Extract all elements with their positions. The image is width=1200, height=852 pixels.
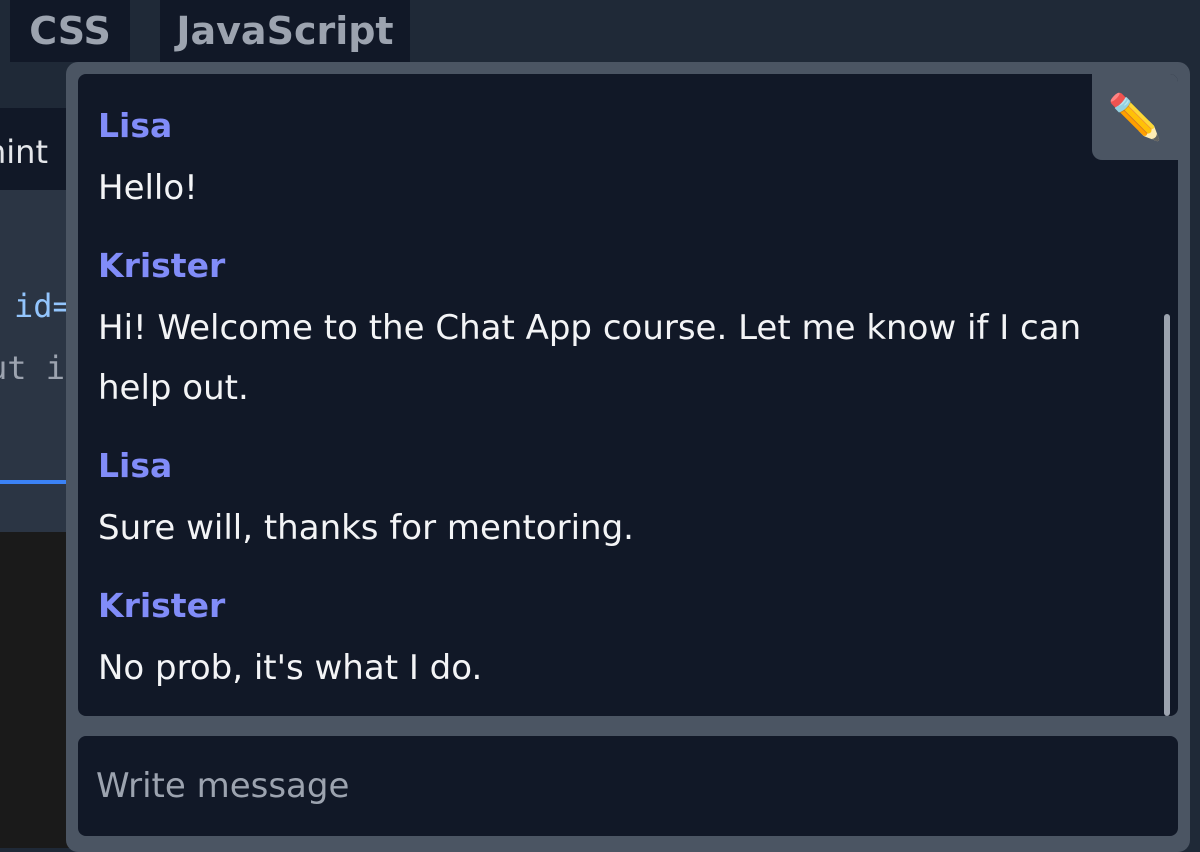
message-text: Sure will, thanks for mentoring.	[98, 508, 634, 548]
message-author: Krister	[98, 586, 226, 625]
edit-button[interactable]: ✏️	[1092, 74, 1178, 160]
editor-hint-text: hint	[0, 133, 48, 171]
message-author: Lisa	[98, 106, 173, 145]
message-author: Lisa	[98, 446, 173, 485]
chat-log: Lisa Hello! Krister Hi! Welcome to the C…	[78, 74, 1178, 716]
chat-scrollbar[interactable]	[1164, 314, 1170, 716]
code-line: ut i	[0, 349, 66, 387]
message-text: Hello!	[98, 168, 198, 208]
chat-widget: Lisa Hello! Krister Hi! Welcome to the C…	[66, 62, 1190, 852]
chat-message: Krister No prob, it's what I do.	[98, 584, 1138, 698]
chat-message: Krister Hi! Welcome to the Chat App cour…	[98, 244, 1138, 418]
tab-css[interactable]: CSS	[10, 0, 130, 62]
chat-message: Lisa Hello!	[98, 104, 1138, 218]
tab-javascript[interactable]: JavaScript	[160, 0, 410, 62]
message-text: Hi! Welcome to the Chat App course. Let …	[98, 308, 1082, 408]
chat-message: Lisa Sure will, thanks for mentoring.	[98, 444, 1138, 558]
message-author: Krister	[98, 246, 226, 285]
message-input[interactable]	[78, 736, 1178, 836]
code-line: id=	[14, 287, 72, 325]
editor-tab-bar: CSS JavaScript	[0, 0, 1200, 62]
message-text: No prob, it's what I do.	[98, 648, 483, 688]
pencil-icon: ✏️	[1107, 92, 1163, 143]
